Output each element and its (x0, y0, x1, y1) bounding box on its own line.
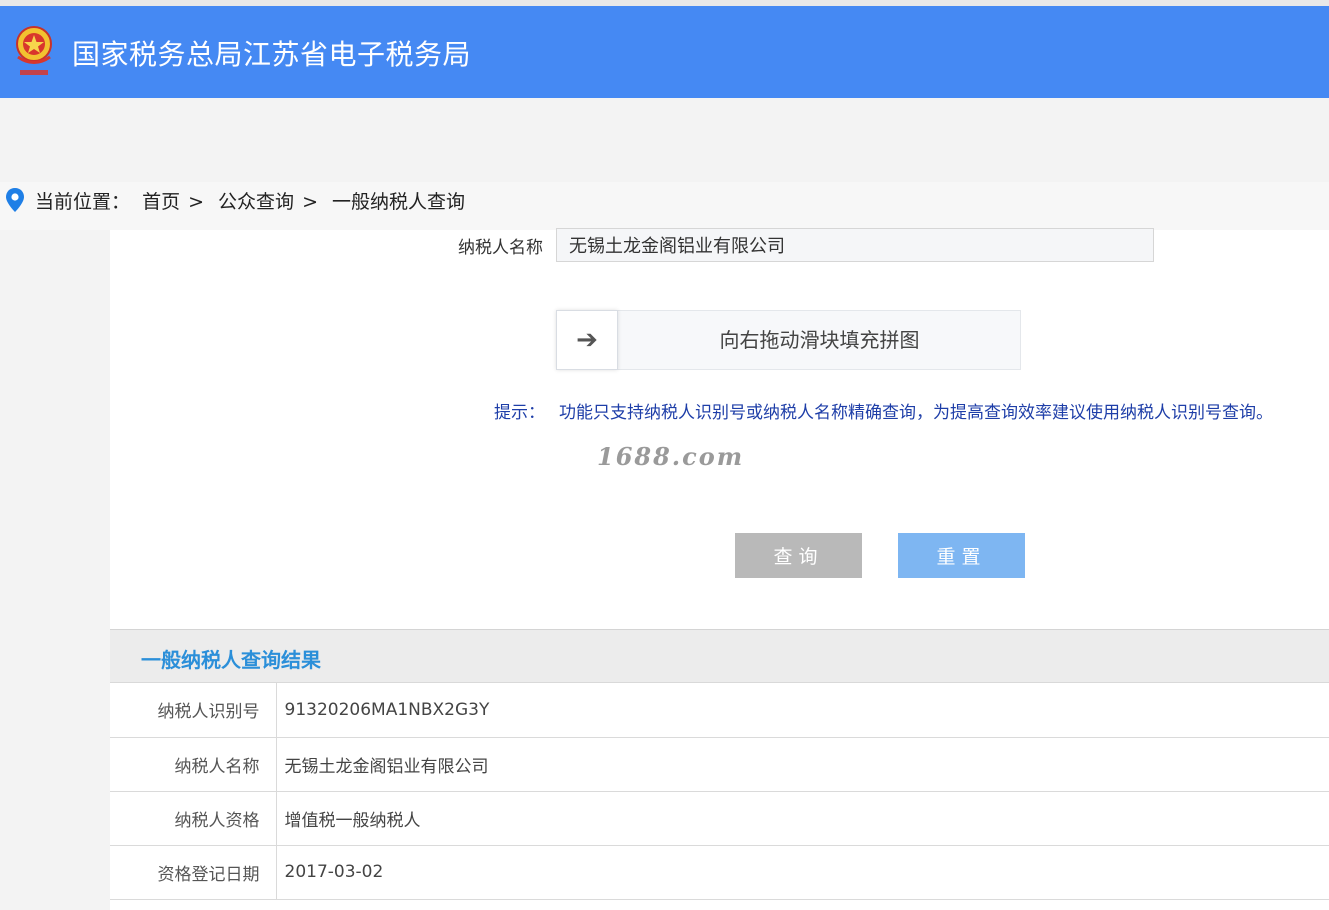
breadcrumb-current: 一般纳税人查询 (332, 191, 466, 213)
breadcrumb: 当前位置： 首页 > 公众查询 > 一般纳税人查询 (0, 182, 1329, 230)
tax-emblem-icon (16, 26, 52, 75)
taxpayer-name-label: 纳税人名称 (458, 238, 543, 258)
row-value-taxpayer-id: 91320206MA1NBX2G3Y (276, 683, 1329, 738)
main-panel: 纳税人名称 ➔ 向右拖动滑块填充拼图 提示： 功能只支持纳税人识别号或纳税人名称精… (110, 228, 1329, 910)
table-row: 纳税人识别号 91320206MA1NBX2G3Y (110, 683, 1329, 738)
hint-label: 提示： (494, 403, 545, 423)
watermark: 1688.com (597, 442, 745, 471)
breadcrumb-prefix: 当前位置： (35, 191, 131, 213)
arrow-right-icon: ➔ (576, 325, 598, 355)
site-header: 国家税务总局江苏省电子税务局 (0, 6, 1329, 98)
row-value-qualification: 增值税一般纳税人 (276, 791, 1329, 846)
table-row: 资格登记日期 2017-03-02 (110, 845, 1329, 900)
result-title: 一般纳税人查询结果 (141, 648, 321, 672)
taxpayer-name-input[interactable] (556, 228, 1154, 262)
row-label-registration-date: 资格登记日期 (110, 845, 277, 900)
row-value-registration-date: 2017-03-02 (276, 845, 1329, 900)
slider-captcha-text: 向右拖动滑块填充拼图 (719, 328, 920, 352)
hint-text: 功能只支持纳税人识别号或纳税人名称精确查询，为提高查询效率建议使用纳税人识别号查… (559, 403, 1273, 423)
result-table: 纳税人识别号 91320206MA1NBX2G3Y 纳税人名称 无锡土龙金阁铝业… (110, 683, 1329, 900)
table-row: 纳税人名称 无锡土龙金阁铝业有限公司 (110, 737, 1329, 792)
breadcrumb-home[interactable]: 首页 (142, 191, 180, 213)
row-label-qualification: 纳税人资格 (110, 791, 277, 846)
breadcrumb-public-query[interactable]: 公众查询 (218, 191, 294, 213)
slider-handle[interactable]: ➔ (556, 310, 618, 370)
slider-captcha[interactable]: ➔ 向右拖动滑块填充拼图 (556, 310, 1021, 370)
row-value-taxpayer-name: 无锡土龙金阁铝业有限公司 (276, 737, 1329, 792)
row-label-taxpayer-id: 纳税人识别号 (110, 683, 277, 738)
reset-button[interactable]: 重置 (898, 533, 1025, 578)
breadcrumb-separator: > (188, 191, 204, 213)
query-button[interactable]: 查询 (735, 533, 862, 578)
result-header: 一般纳税人查询结果 (110, 629, 1329, 683)
table-row: 纳税人资格 增值税一般纳税人 (110, 791, 1329, 846)
site-title: 国家税务总局江苏省电子税务局 (72, 38, 472, 71)
breadcrumb-separator: > (302, 191, 318, 213)
location-pin-icon (6, 188, 24, 212)
query-hint: 提示： 功能只支持纳税人识别号或纳税人名称精确查询，为提高查询效率建议使用纳税人识… (494, 398, 1273, 423)
row-label-taxpayer-name: 纳税人名称 (110, 737, 277, 792)
